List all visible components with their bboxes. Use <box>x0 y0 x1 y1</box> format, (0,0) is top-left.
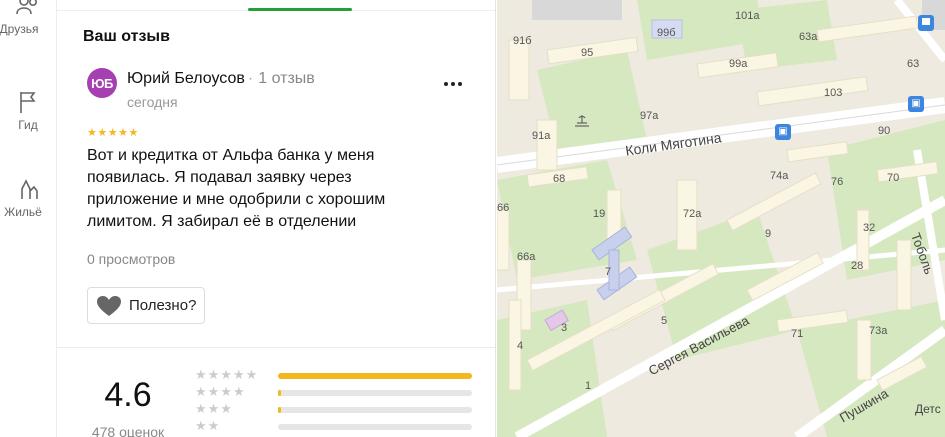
flag-icon <box>20 92 36 113</box>
heart-icon <box>97 295 121 316</box>
bus-stop-icon[interactable]: ▣ <box>775 124 791 140</box>
house-number: 73а <box>869 325 888 337</box>
review-date: сегодня <box>127 94 178 110</box>
house-number: 101а <box>735 10 760 22</box>
review-stars: ★★★★★ <box>87 127 139 139</box>
review-text: Вот и кредитка от Альфа банка у меня поя… <box>87 147 386 230</box>
house-number: 76 <box>831 176 844 188</box>
house-number: 91а <box>532 130 551 142</box>
rating-row-stars: ★★ <box>195 418 221 433</box>
useful-label: Полезно? <box>129 297 197 314</box>
bus-stop-icon[interactable]: ▣ <box>908 96 924 112</box>
house-number: 91б <box>513 35 532 47</box>
dot-icon <box>444 82 448 86</box>
rail-item-guide[interactable]: Гид <box>0 88 56 132</box>
fountain-icon <box>575 115 589 127</box>
rating-bar-track <box>278 424 472 430</box>
house-number: 97а <box>640 110 659 122</box>
rating-bar-fill <box>278 390 281 396</box>
more-options-button[interactable] <box>439 74 467 94</box>
rating-bar-fill <box>278 407 281 413</box>
rating-row-stars: ★★★★★ <box>195 367 259 382</box>
house-number: 19 <box>593 208 606 220</box>
rating-row-stars: ★★★ <box>195 401 233 416</box>
bus-stop-icon[interactable] <box>917 14 935 32</box>
house-number: 4 <box>517 340 524 352</box>
house-number: 63а <box>799 31 818 43</box>
house-icon <box>21 179 38 199</box>
rail-item-label: Жильё <box>4 205 42 219</box>
review-panel: Ваш отзыв ЮБ Юрий Белоусов · 1 отзыв сегод… <box>56 0 496 437</box>
map-canvas <box>497 0 945 437</box>
dot-icon <box>458 82 462 86</box>
house-number: 103 <box>824 87 843 99</box>
rating-row-3: ★★★ <box>195 401 475 416</box>
house-number: 3 <box>561 322 568 334</box>
rating-row-stars: ★★★★ <box>195 384 246 399</box>
house-number: 66а <box>517 251 536 263</box>
house-number: 5 <box>661 315 668 327</box>
house-number: 68 <box>553 173 566 185</box>
rating-row-5: ★★★★★ <box>195 367 475 382</box>
house-number: 90 <box>878 125 891 137</box>
author-review-count: 1 отзыв <box>258 70 315 87</box>
friends-icon <box>16 0 37 15</box>
house-number: 95 <box>581 47 594 59</box>
useful-button[interactable]: Полезно? <box>87 287 206 324</box>
rating-bar-track <box>278 407 472 413</box>
author-name[interactable]: Юрий Белоусов <box>127 70 245 87</box>
rating-bar-fill <box>278 373 472 379</box>
avatar[interactable]: ЮБ <box>87 68 117 98</box>
views-count: 0 просмотров <box>87 251 176 267</box>
house-number: 63 <box>907 58 920 70</box>
active-tab-indicator <box>248 8 352 11</box>
section-title: Ваш отзыв <box>83 28 170 45</box>
house-number: 71 <box>791 328 804 340</box>
place-label: Детс <box>915 402 941 416</box>
house-number: 9 <box>765 228 772 240</box>
rail-item-label: Гид <box>18 118 38 132</box>
house-number: 72а <box>683 208 702 220</box>
house-number: 1 <box>585 380 592 392</box>
rating-count: 478 оценок <box>91 424 165 437</box>
rail-item-label: Друзья <box>0 22 39 36</box>
rating-value: 4.6 <box>104 376 152 414</box>
section-divider <box>57 347 495 348</box>
rail-item-housing[interactable]: Жильё <box>0 175 56 219</box>
house-number: 66 <box>497 202 510 214</box>
map-view[interactable]: Коли Мяготина Сергея Васильева Пушкина Т… <box>497 0 945 437</box>
left-nav-rail: Друзья Гид Жильё <box>0 0 56 437</box>
rating-row-4: ★★★★ <box>195 384 475 399</box>
rail-item-friends[interactable]: Друзья <box>0 0 56 36</box>
review-author: Юрий Белоусов · 1 отзыв <box>127 70 315 88</box>
house-number: 7 <box>605 266 612 278</box>
dot-icon <box>451 82 455 86</box>
house-number: 28 <box>851 260 864 272</box>
rating-bar-track <box>278 390 472 396</box>
rating-bar-track <box>278 373 472 379</box>
house-number: 99а <box>729 58 748 70</box>
house-number: 32 <box>863 222 876 234</box>
house-number: 74а <box>770 170 789 182</box>
rating-row-2: ★★ <box>195 418 475 433</box>
house-number: 99б <box>657 27 676 39</box>
separator-dot: · <box>247 70 254 87</box>
house-number: 70 <box>887 172 900 184</box>
